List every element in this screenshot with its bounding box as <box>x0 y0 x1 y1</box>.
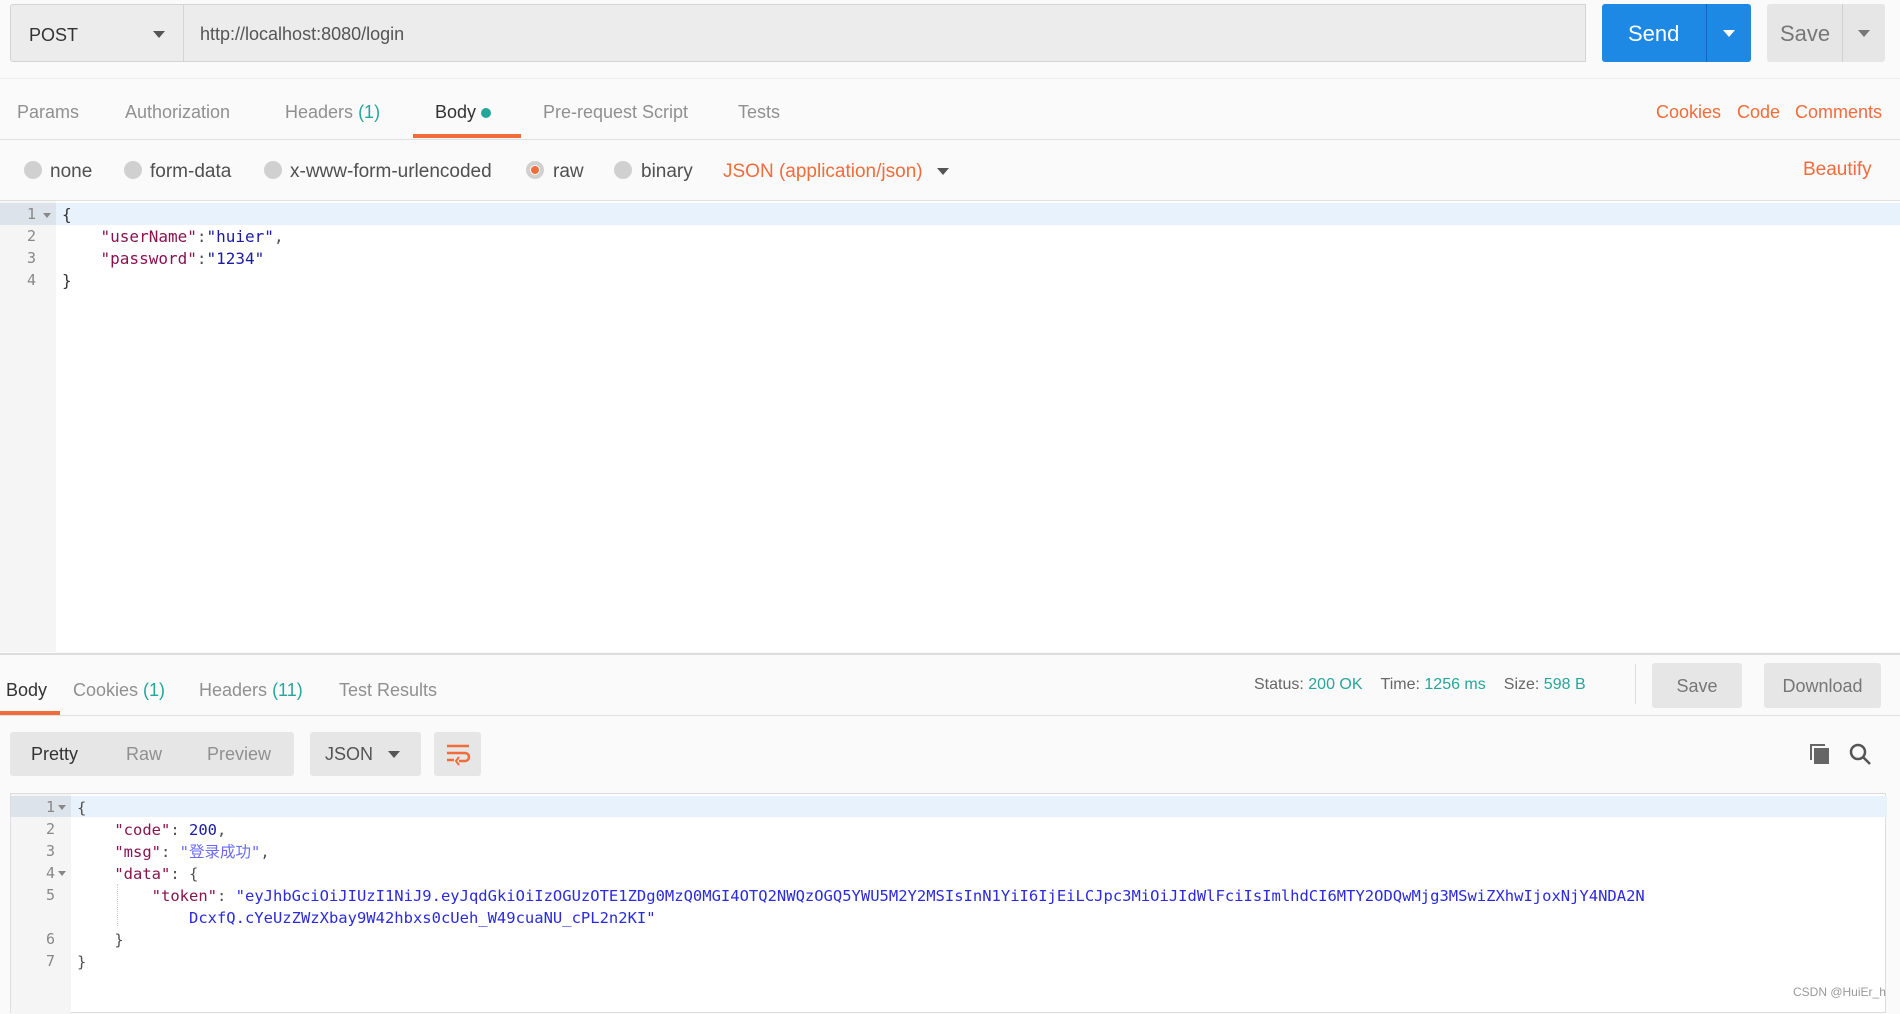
beautify-link[interactable]: Beautify <box>1803 159 1872 181</box>
line-number: 3 <box>26 249 36 267</box>
wrap-icon <box>446 744 470 766</box>
fold-icon[interactable] <box>43 213 51 218</box>
save-request-button[interactable]: Save <box>1767 4 1885 62</box>
tab-label: Headers <box>285 102 354 122</box>
radio-label: x-www-form-urlencoded <box>290 161 492 182</box>
content-type-select[interactable]: JSON (application/json) <box>723 161 923 183</box>
time-value: 1256 ms <box>1424 676 1486 693</box>
copy-icon[interactable] <box>1808 742 1832 766</box>
line-number: 2 <box>26 227 36 245</box>
line-number: 5 <box>45 886 55 904</box>
line-number: 1 <box>45 798 55 816</box>
send-button[interactable]: Send <box>1602 4 1751 62</box>
status-value: 200 OK <box>1308 676 1363 693</box>
tab-headers[interactable]: Headers (1) <box>285 102 380 123</box>
size-value: 598 B <box>1543 676 1586 693</box>
tab-pre-request-script[interactable]: Pre-request Script <box>543 102 688 123</box>
chevron-down-icon <box>388 751 400 758</box>
fold-icon[interactable] <box>58 805 66 810</box>
tab-params[interactable]: Params <box>17 102 79 123</box>
radio-label: binary <box>641 161 693 182</box>
radio-raw[interactable] <box>526 161 544 179</box>
line-number: 6 <box>45 930 55 948</box>
tab-count: (1) <box>358 102 381 122</box>
line-number: 2 <box>45 820 55 838</box>
chevron-down-icon[interactable] <box>937 168 949 175</box>
search-icon[interactable] <box>1848 742 1872 766</box>
line-number: 1 <box>26 205 36 223</box>
code-link[interactable]: Code <box>1737 102 1780 123</box>
response-tab-body[interactable]: Body <box>6 680 47 701</box>
cookies-link[interactable]: Cookies <box>1656 102 1721 123</box>
view-preview[interactable]: Preview <box>207 744 271 765</box>
save-label: Save <box>1780 21 1831 46</box>
format-select[interactable]: JSON <box>310 732 421 776</box>
response-tab-test-results[interactable]: Test Results <box>339 680 437 701</box>
line-number: 7 <box>45 952 55 970</box>
download-button[interactable]: Download <box>1764 663 1881 708</box>
send-label: Send <box>1628 21 1680 46</box>
active-tab-indicator <box>413 134 521 138</box>
watermark: CSDN @HuiEr_h <box>1793 985 1886 999</box>
radio-none[interactable] <box>24 161 42 179</box>
radio-label: form-data <box>150 161 232 182</box>
send-dropdown-icon[interactable] <box>1723 30 1735 37</box>
response-tab-headers[interactable]: Headers (11) <box>199 680 303 701</box>
line-number: 3 <box>45 842 55 860</box>
wrap-lines-button[interactable] <box>434 732 481 776</box>
line-number: 4 <box>26 271 36 289</box>
line-number: 4 <box>45 864 55 882</box>
method-value: POST <box>29 25 79 45</box>
save-dropdown-icon[interactable] <box>1858 30 1870 37</box>
radio-form-data[interactable] <box>124 161 142 179</box>
request-json: { "userName":"huier", "password":"1234" … <box>62 205 284 290</box>
fold-icon[interactable] <box>58 871 66 876</box>
radio-urlencoded[interactable] <box>264 161 282 179</box>
tab-tests[interactable]: Tests <box>738 102 780 123</box>
tab-authorization[interactable]: Authorization <box>125 102 230 123</box>
modified-dot-icon <box>481 108 492 118</box>
tab-label: Body <box>435 102 477 122</box>
radio-label: none <box>50 161 93 182</box>
request-body-editor[interactable]: 1 2 3 4 { "userName":"huier", "password"… <box>0 201 1900 652</box>
view-pretty[interactable]: Pretty <box>31 744 78 765</box>
view-raw[interactable]: Raw <box>126 744 162 765</box>
response-meta: Status: 200 OK Time: 1256 ms Size: 598 B <box>1254 676 1586 693</box>
response-tab-cookies[interactable]: Cookies (1) <box>73 680 165 701</box>
save-response-button[interactable]: Save <box>1652 663 1742 708</box>
radio-binary[interactable] <box>614 161 632 179</box>
response-body-viewer[interactable]: 1 2 3 4 5 6 7 { "code": 200, "msg": "登录成… <box>10 793 1887 1014</box>
radio-label: raw <box>553 161 584 182</box>
method-select[interactable]: POST <box>10 4 184 62</box>
comments-link[interactable]: Comments <box>1795 102 1882 123</box>
url-input[interactable]: http://localhost:8080/login <box>184 4 1586 62</box>
response-json: { "code": 200, "msg": "登录成功", "data": { … <box>77 799 1645 971</box>
tab-body[interactable]: Body <box>435 102 492 123</box>
chevron-down-icon <box>153 31 165 38</box>
